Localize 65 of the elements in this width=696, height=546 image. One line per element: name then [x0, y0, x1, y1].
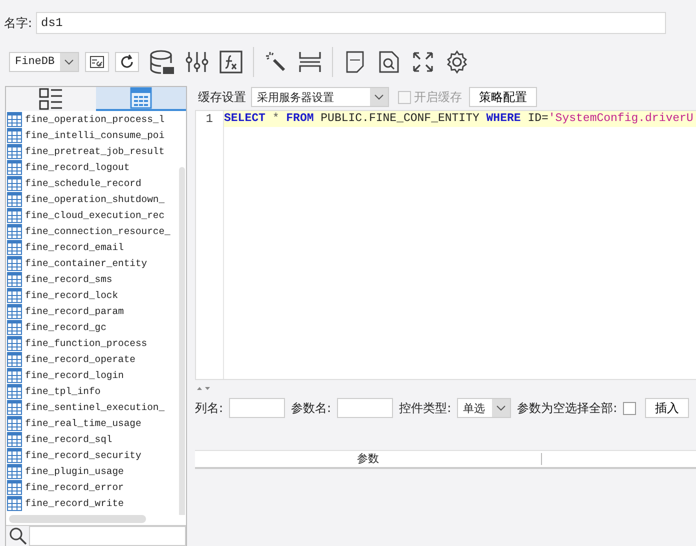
- table-name[interactable]: fine_record_error: [25, 482, 124, 492]
- table-name[interactable]: fine_real_time_usage: [25, 418, 142, 428]
- preview-button[interactable]: [84, 52, 109, 72]
- table-name[interactable]: fine_plugin_usage: [25, 466, 124, 476]
- policy-button[interactable]: 策略配置: [469, 87, 537, 107]
- table-name[interactable]: fine_cloud_execution_rec: [25, 210, 165, 220]
- search-field[interactable]: [6, 525, 186, 546]
- table-name[interactable]: fine_record_gc: [25, 322, 106, 332]
- table-name[interactable]: fine_connection_resource_: [25, 226, 170, 236]
- control-type-dropdown[interactable]: 单选: [457, 398, 512, 418]
- table-name[interactable]: fine_intelli_consume_poi: [25, 130, 165, 140]
- table-name[interactable]: fine_tpl_info: [25, 386, 101, 396]
- table-name[interactable]: fine_record_lock: [25, 290, 118, 300]
- scrollbar[interactable]: [179, 167, 185, 515]
- refresh-button[interactable]: [114, 52, 139, 72]
- search-icon: [9, 527, 27, 545]
- enable-cache-label: 开启缓存: [414, 88, 462, 106]
- checkbox[interactable]: [623, 402, 636, 414]
- name-field[interactable]: ds1: [36, 12, 666, 34]
- table-name[interactable]: fine_record_email: [25, 242, 124, 252]
- insert-button[interactable]: 插入: [645, 398, 690, 418]
- table-name[interactable]: fine_sentinel_execution_: [25, 402, 165, 412]
- collapse-arrows-icon[interactable]: [196, 386, 212, 391]
- param-name-field[interactable]: [337, 398, 394, 418]
- table-name[interactable]: fine_operation_process_l: [25, 114, 165, 124]
- table-name[interactable]: fine_record_write: [25, 498, 124, 508]
- table-name[interactable]: fine_record_operate: [25, 354, 136, 364]
- table-name[interactable]: fine_record_login: [25, 370, 124, 380]
- table-name[interactable]: fine_function_process: [25, 338, 148, 348]
- caret-icon: [60, 53, 78, 71]
- control-type-label: 控件类型:: [399, 400, 452, 416]
- table-name[interactable]: fine_record_logout: [25, 162, 130, 172]
- table-name[interactable]: fine_record_sms: [25, 274, 112, 284]
- param-name-label: 参数名:: [291, 400, 332, 416]
- cache-label: 缓存设置: [198, 88, 246, 106]
- preview-icon: [88, 54, 105, 70]
- table-name[interactable]: fine_container_entity: [25, 258, 148, 268]
- scrollbar[interactable]: [9, 515, 146, 523]
- caret-icon: [496, 405, 506, 411]
- refresh-icon: [118, 54, 135, 70]
- column-name-field[interactable]: [229, 398, 286, 418]
- list-icon: [39, 88, 63, 110]
- table-name[interactable]: fine_record_param: [25, 306, 124, 316]
- table-name[interactable]: fine_schedule_record: [25, 178, 142, 188]
- table-name[interactable]: fine_record_sql: [25, 434, 112, 444]
- table-name[interactable]: fine_operation_shutdown_: [25, 194, 165, 204]
- datasource-dropdown[interactable]: FineDB: [9, 52, 79, 72]
- magic-wand-icon[interactable]: [264, 50, 288, 74]
- column-header: 参数: [195, 453, 542, 465]
- file-search-icon[interactable]: [376, 50, 401, 74]
- function-icon[interactable]: [218, 50, 243, 74]
- line-number: 1: [204, 111, 214, 126]
- name-label: 名字:: [4, 14, 32, 32]
- column-name-label: 列名:: [195, 400, 224, 416]
- checkbox[interactable]: [398, 90, 411, 104]
- fullscreen-icon[interactable]: [410, 50, 435, 74]
- table-name[interactable]: fine_pretreat_job_result: [25, 146, 165, 156]
- empty-select-all-label: 参数为空选择全部:: [517, 400, 618, 416]
- cache-dropdown[interactable]: 采用服务器设置: [251, 87, 389, 107]
- table-name[interactable]: fine_record_security: [25, 450, 142, 460]
- settings-icon[interactable]: [444, 50, 469, 74]
- caret-icon: [374, 94, 384, 100]
- table-icon: [130, 87, 152, 109]
- sliders-icon[interactable]: [184, 50, 209, 74]
- row-height-icon[interactable]: [298, 50, 322, 74]
